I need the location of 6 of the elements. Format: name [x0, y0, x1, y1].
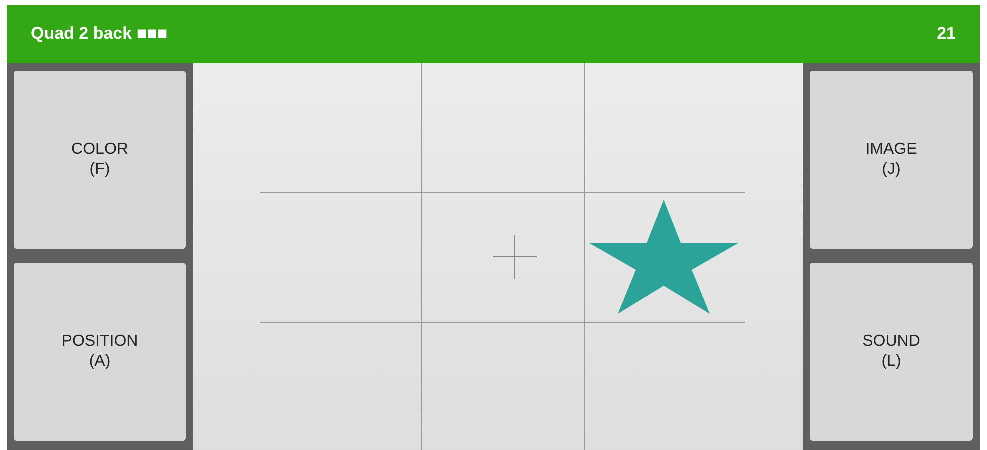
answer-button[interactable]: SOUND (L) [810, 263, 973, 441]
answer-button[interactable]: POSITION (A) [14, 263, 186, 441]
score: 21 [937, 23, 956, 46]
answer-button[interactable]: IMAGE (J) [810, 71, 973, 249]
header-title: Quad 2 back ■■■ [31, 23, 168, 46]
answer-button[interactable]: COLOR (F) [14, 71, 186, 249]
